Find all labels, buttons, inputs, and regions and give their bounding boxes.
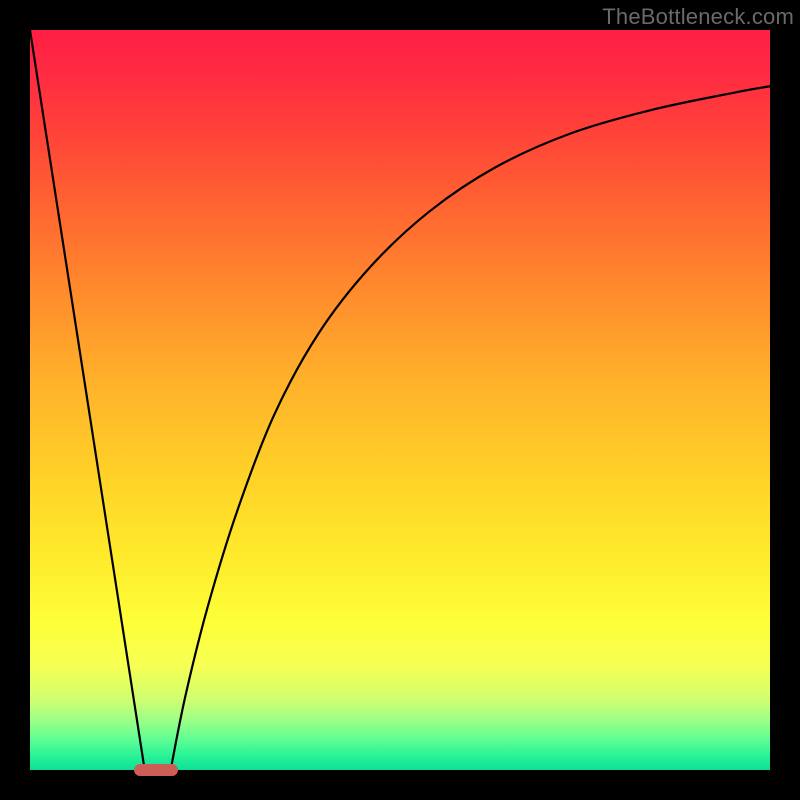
plot-area [30,30,770,770]
curve-layer [30,30,770,770]
bottleneck-marker [134,764,178,776]
watermark-text: TheBottleneck.com [602,4,794,30]
curve-left-branch [30,30,145,770]
chart-frame: TheBottleneck.com [0,0,800,800]
curve-right-branch [171,86,770,770]
